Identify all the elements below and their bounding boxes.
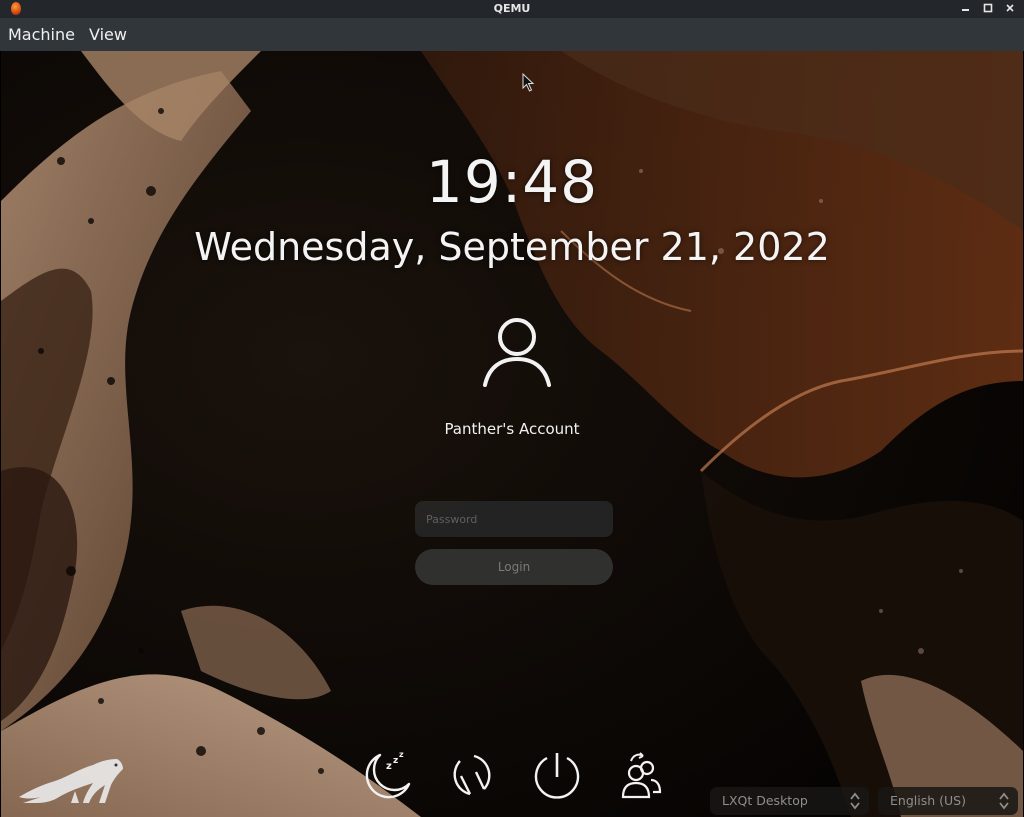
svg-text:z: z [386, 761, 392, 772]
maximize-icon[interactable] [982, 1, 994, 15]
switch-user-icon[interactable] [615, 749, 667, 801]
close-icon[interactable] [1004, 1, 1016, 15]
clock-date: Wednesday, September 21, 2022 [194, 225, 830, 269]
password-input[interactable] [415, 501, 613, 537]
svg-text:z: z [393, 756, 398, 766]
session-select-value: LXQt Desktop [722, 793, 808, 808]
language-select[interactable]: English (US) [878, 787, 1018, 815]
restart-icon[interactable] [446, 749, 498, 801]
window-controls [960, 1, 1016, 15]
panther-logo [19, 759, 123, 803]
window-titlebar: QEMU [0, 0, 1024, 18]
updown-arrows-icon [850, 792, 860, 810]
sleep-icon[interactable]: z z z [360, 749, 412, 801]
user-icon[interactable] [481, 314, 553, 389]
menu-bar: Machine View [0, 18, 1024, 51]
guest-screen: 19:48 Wednesday, September 21, 2022 Pant… [1, 51, 1023, 817]
session-select[interactable]: LXQt Desktop [710, 787, 869, 815]
menu-machine[interactable]: Machine [0, 18, 81, 51]
svg-text:z: z [399, 750, 404, 759]
user-name[interactable]: Panther's Account [1, 420, 1023, 438]
language-select-value: English (US) [890, 793, 966, 808]
power-icon[interactable] [531, 749, 583, 801]
mouse-pointer-icon [522, 73, 535, 92]
clock-time: 19:48 [425, 148, 599, 216]
menu-view[interactable]: View [81, 18, 133, 51]
window-title: QEMU [493, 2, 531, 15]
login-button[interactable]: Login [415, 549, 613, 585]
updown-arrows-icon [999, 792, 1009, 810]
minimize-icon[interactable] [960, 1, 972, 15]
